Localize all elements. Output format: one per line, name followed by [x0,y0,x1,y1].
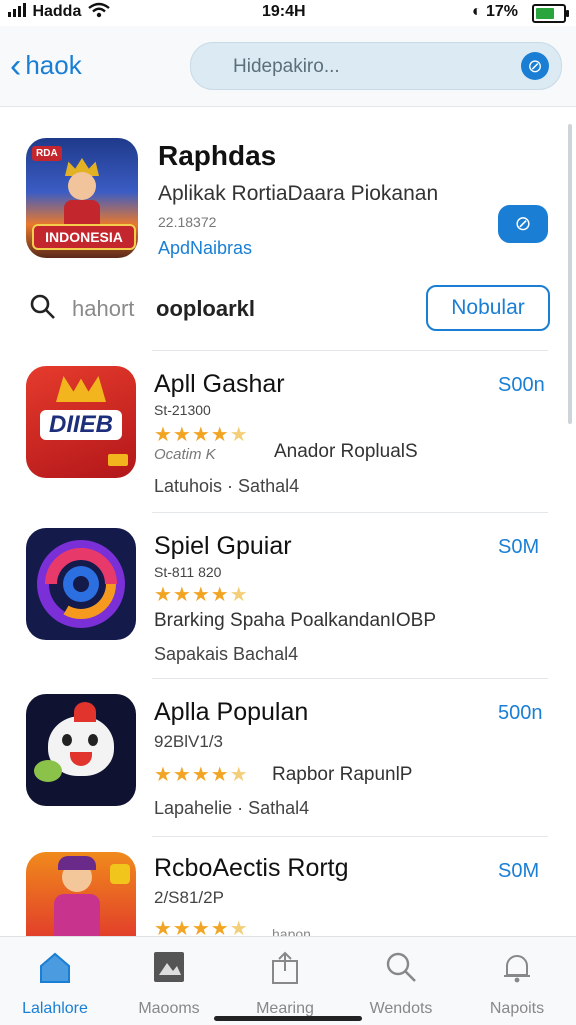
price-button[interactable]: S0M [498,536,539,559]
tab-upload[interactable]: Mearing [230,949,340,1018]
filter-term: ooploarkl [156,296,256,321]
divider [152,678,548,679]
media-icon [154,952,184,982]
app-name: Spiel Gpuiar [154,532,292,560]
icon-label: DIIEB [40,410,122,440]
back-button[interactable]: ‹ haok [10,46,82,85]
signal-icon [8,3,26,17]
app-icon [26,852,136,936]
home-icon [40,952,70,983]
rating-stars: ★★★★★ [154,764,249,786]
character-illustration [60,154,104,230]
navigation-bar: ‹ haok Hidepakiro... ⊘ [0,26,576,107]
search-field[interactable]: Hidepakiro... ⊘ [190,42,562,90]
divider [152,350,548,351]
app-code: 92BlV1/3 [154,732,223,751]
divider [152,836,548,837]
wifi-icon [88,2,110,18]
app-name: RcboAectis Rortg [154,854,349,882]
battery-percent: ◐ 17% [471,3,518,20]
featured-app-icon[interactable]: RDA INDONESIA [26,138,138,258]
featured-get-button[interactable]: ⊘ [498,205,548,243]
price-button[interactable]: 500n [498,702,543,725]
icon-banner: INDONESIA [32,224,136,250]
app-code: St-811 820 [154,564,222,580]
app-name: Apll Gashar [154,370,285,398]
search-action-icon[interactable]: ⊘ [521,52,549,80]
battery-icon [532,4,569,23]
app-description: Rapbor RapunlP [272,764,413,785]
app-icon: DIIEB [26,366,136,478]
icon-badge: RDA [32,146,62,161]
upload-icon [272,951,298,984]
search-icon [30,294,55,319]
app-name: Aplla Populan [154,698,309,726]
chevron-left-icon: ‹ [10,46,22,85]
home-indicator [214,1016,362,1021]
app-icon [26,528,136,640]
swirl-logo-icon [37,540,125,628]
tab-notifications[interactable]: Napoits [462,949,572,1018]
price-button[interactable]: S0M [498,860,539,883]
app-code: 2/S81/2P [154,888,224,907]
status-bar: Hadda 19:4H ◐ 17% [0,0,576,26]
tab-search[interactable]: Wendots [346,949,456,1018]
divider [152,512,548,513]
featured-app-subtitle: Aplikak RortiaDaara Piokanan [158,182,439,205]
tab-media[interactable]: Maooms [114,949,224,1018]
app-subtitle: Sapakais Bachal4 [154,644,299,664]
tab-home[interactable]: Lalahlore [0,949,110,1018]
carrier: Hadda [8,3,81,21]
featured-app-meta: 22.18372 [158,214,217,230]
clock: 19:4H [262,3,306,20]
rating-stars: ★★★★★ [154,424,249,446]
search-input[interactable]: Hidepakiro... [233,56,340,78]
filter-prefix: hahort [72,296,135,321]
featured-app-title[interactable]: Raphdas [158,140,276,172]
bell-icon [504,955,530,983]
popular-filter-button[interactable]: Nobular [426,285,550,331]
app-subtitle: Latuhois · Sathal4 [154,476,300,496]
app-subtitle: Lapahelie · Sathal4 [154,798,310,818]
rating-stars: ★★★★★ [154,584,249,606]
app-description: Anador RoplualS [274,441,418,462]
app-code: St-21300 [154,402,211,418]
featured-app-link[interactable]: ApdNaibras [158,238,252,259]
app-description: Brarking Spaha PoalkandanIOBP [154,610,437,631]
price-button[interactable]: S00n [498,374,545,397]
scrollbar[interactable] [568,124,572,424]
app-desc-prefix: Ocatim K [154,446,216,463]
app-icon [26,694,136,806]
tab-bar: Lalahlore Maooms Mearing Wendots Napoits [0,936,576,1025]
search-icon [386,952,416,982]
